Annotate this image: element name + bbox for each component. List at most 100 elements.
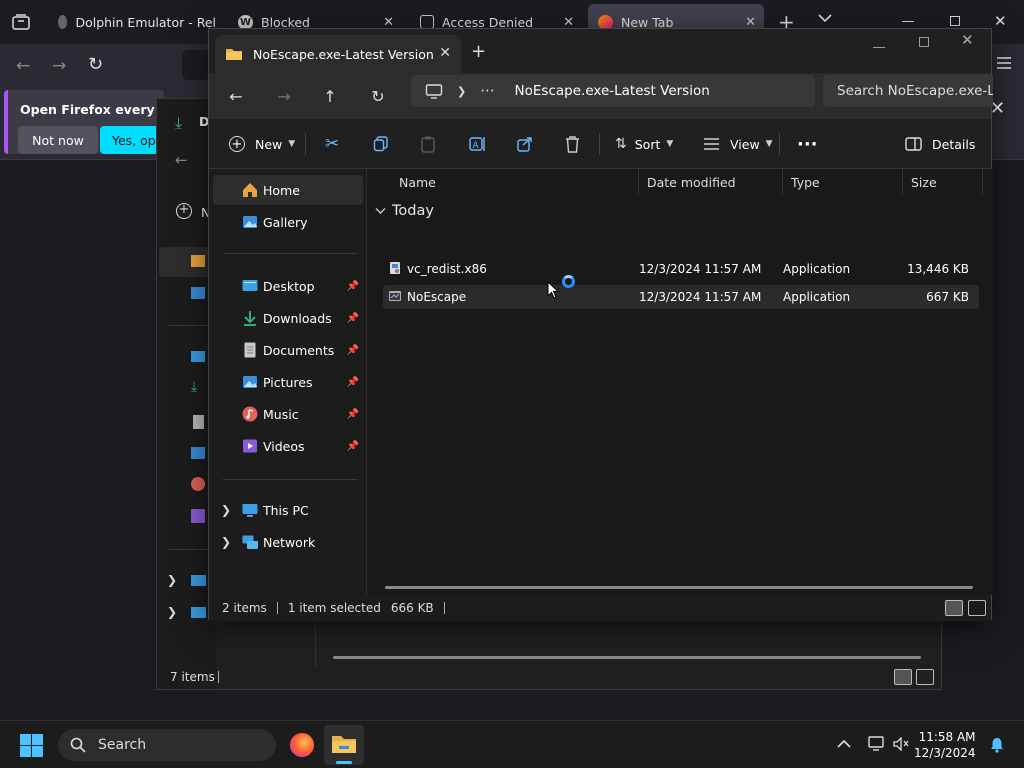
- file-explorer-taskbar-button[interactable]: [324, 725, 364, 765]
- background-nav-highlight: [159, 247, 215, 277]
- share-button[interactable]: [517, 131, 533, 157]
- nav-item-network[interactable]: ❯ Network: [213, 527, 363, 557]
- firefox-tab-list-icon[interactable]: [12, 14, 30, 30]
- view-label: View: [730, 136, 760, 152]
- nav-item-documents[interactable]: Documents 📌: [213, 335, 363, 365]
- back-arrow-icon[interactable]: ←: [175, 151, 188, 169]
- tiles-view-icon[interactable]: [968, 600, 986, 616]
- minimize-icon[interactable]: [902, 21, 914, 22]
- nav-item-gallery[interactable]: Gallery: [213, 207, 363, 237]
- view-button[interactable]: View ▼: [703, 131, 773, 157]
- address-path[interactable]: NoEscape.exe-Latest Version: [515, 83, 710, 99]
- column-header-name[interactable]: Name: [391, 169, 639, 195]
- nav-item-label: Pictures: [263, 374, 313, 390]
- cut-button[interactable]: ✂: [325, 131, 339, 157]
- start-button[interactable]: [20, 734, 43, 757]
- active-indicator: [336, 761, 352, 764]
- network-status-icon[interactable]: [868, 736, 886, 752]
- not-now-button[interactable]: Not now: [18, 126, 98, 154]
- chevron-right-icon[interactable]: ❯: [221, 503, 231, 517]
- background-scrollbar[interactable]: [333, 656, 921, 659]
- horizontal-scrollbar[interactable]: [385, 586, 973, 589]
- more-icon: ···: [797, 133, 818, 155]
- file-list-pane: Name Date modified Type Size Today vc_re…: [367, 169, 993, 595]
- firefox-tab-dolphin[interactable]: Dolphin Emulator - Rel: [48, 4, 226, 40]
- forward-arrow-icon[interactable]: →: [273, 85, 295, 107]
- chevron-right-icon[interactable]: ❯: [457, 85, 466, 98]
- navigation-pane: Home Gallery Desktop 📌 Downloads 📌 Docum…: [209, 169, 367, 595]
- close-window-icon[interactable]: ✕: [994, 12, 1007, 30]
- copy-button[interactable]: [373, 131, 389, 157]
- minimize-icon[interactable]: [873, 47, 885, 48]
- pin-icon[interactable]: 📌: [347, 441, 359, 452]
- column-header-size[interactable]: Size: [903, 169, 983, 195]
- group-header-today[interactable]: Today: [375, 203, 434, 219]
- sort-label: Sort: [634, 136, 661, 152]
- restore-icon[interactable]: [950, 16, 960, 26]
- chevron-right-icon[interactable]: ❯: [221, 535, 231, 549]
- installer-icon: [390, 262, 400, 274]
- more-options-button[interactable]: ···: [797, 131, 818, 157]
- search-input[interactable]: Search NoEscape.exe-Lat: [823, 75, 993, 107]
- close-window-icon[interactable]: ✕: [961, 31, 974, 49]
- reload-icon[interactable]: ↻: [88, 54, 103, 75]
- pin-icon[interactable]: 📌: [347, 281, 359, 292]
- monitor-icon: [425, 83, 443, 99]
- new-button[interactable]: + New ▼: [229, 131, 295, 157]
- nav-item-this-pc[interactable]: ❯ This PC: [213, 495, 363, 525]
- column-header-date-modified[interactable]: Date modified: [639, 169, 783, 195]
- this-pc-icon: [242, 504, 258, 517]
- sort-button[interactable]: ⇅ Sort ▼: [615, 131, 673, 157]
- banner-card: Open Firefox every time Not now Yes, ope…: [4, 90, 191, 154]
- music-icon: [191, 477, 205, 491]
- rename-button[interactable]: A: [469, 131, 487, 157]
- details-view-icon[interactable]: [894, 669, 912, 685]
- nav-item-pictures[interactable]: Pictures 📌: [213, 367, 363, 397]
- chevron-down-icon[interactable]: [818, 13, 832, 23]
- firefox-taskbar-icon[interactable]: [290, 733, 314, 757]
- pin-icon[interactable]: 📌: [347, 377, 359, 388]
- clock[interactable]: 11:58 AM 12/3/2024: [914, 729, 976, 761]
- details-pane-button[interactable]: Details: [905, 131, 975, 157]
- background-status-text: 7 items: [170, 670, 215, 684]
- explorer-tab[interactable]: NoEscape.exe-Latest Version ✕: [215, 35, 461, 73]
- details-view-icon[interactable]: [945, 600, 963, 616]
- nav-item-label: Music: [263, 406, 299, 422]
- nav-item-videos[interactable]: Videos 📌: [213, 431, 363, 461]
- nav-item-home[interactable]: Home: [213, 175, 363, 205]
- pin-icon[interactable]: 📌: [347, 345, 359, 356]
- nav-item-downloads[interactable]: Downloads 📌: [213, 303, 363, 333]
- delete-button[interactable]: [565, 131, 580, 157]
- pin-icon[interactable]: 📌: [347, 409, 359, 420]
- address-bar[interactable]: ❯ ··· NoEscape.exe-Latest Version: [411, 75, 815, 107]
- plus-circle-icon[interactable]: +: [176, 203, 192, 219]
- taskbar-search-box[interactable]: Search: [58, 729, 276, 761]
- file-explorer-window: NoEscape.exe-Latest Version ✕ + ✕ ← → ↑ …: [208, 28, 993, 621]
- nav-item-desktop[interactable]: Desktop 📌: [213, 271, 363, 301]
- volume-muted-icon[interactable]: [893, 737, 909, 751]
- back-arrow-icon[interactable]: ←: [16, 56, 30, 76]
- close-tab-icon[interactable]: ✕: [439, 45, 451, 61]
- chevron-right-icon[interactable]: ❯: [167, 573, 177, 587]
- file-row-vc-redist[interactable]: vc_redist.x86 12/3/2024 11:57 AM Applica…: [383, 257, 979, 281]
- notification-bell-icon[interactable]: [990, 737, 1004, 753]
- chevron-right-icon[interactable]: ❯: [167, 605, 177, 619]
- up-arrow-icon[interactable]: ↑: [319, 85, 341, 107]
- chevron-up-icon[interactable]: [837, 739, 851, 748]
- refresh-icon[interactable]: ↻: [367, 85, 389, 107]
- paste-button[interactable]: [421, 131, 435, 157]
- forward-arrow-icon[interactable]: →: [52, 56, 66, 76]
- back-arrow-icon[interactable]: ←: [225, 85, 247, 107]
- videos-icon: [191, 509, 205, 523]
- menu-icon[interactable]: [996, 56, 1012, 70]
- nav-item-music[interactable]: Music 📌: [213, 399, 363, 429]
- pin-icon[interactable]: 📌: [347, 313, 359, 324]
- column-header-type[interactable]: Type: [783, 169, 903, 195]
- address-ellipsis[interactable]: ···: [480, 82, 494, 100]
- file-row-noescape[interactable]: NoEscape 12/3/2024 11:57 AM Application …: [383, 285, 979, 309]
- tab-title: Dolphin Emulator - Rel: [75, 14, 216, 30]
- new-tab-plus-icon[interactable]: +: [471, 41, 486, 62]
- tiles-view-icon[interactable]: [916, 669, 934, 685]
- explorer-tab-title: NoEscape.exe-Latest Version: [253, 46, 434, 62]
- maximize-icon[interactable]: [919, 37, 929, 47]
